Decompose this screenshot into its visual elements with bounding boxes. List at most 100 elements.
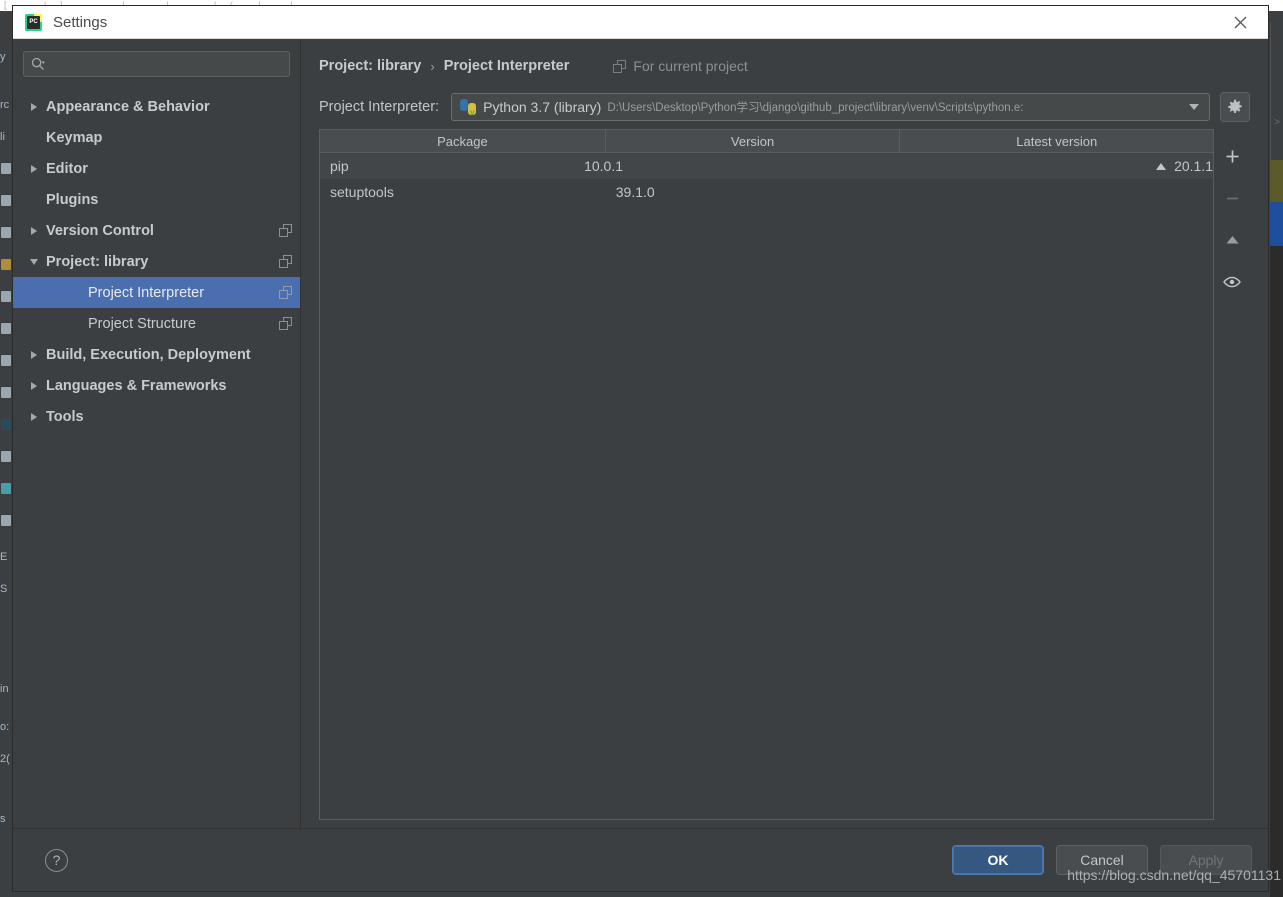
scope-indicator: For current project	[613, 58, 748, 74]
sidebar-item-project-structure[interactable]: Project Structure	[13, 308, 300, 339]
sidebar-item-label: Project: library	[46, 253, 149, 270]
ide-scrollbar[interactable]: >	[1270, 22, 1283, 897]
scrollbar-marker-olive	[1270, 160, 1283, 202]
ide-left-label: s	[0, 813, 6, 825]
ide-file-icon	[1, 291, 11, 302]
ide-file-icon	[1, 451, 11, 462]
sidebar-item-tools[interactable]: Tools	[13, 401, 300, 432]
table-header-row: Package Version Latest version	[320, 130, 1213, 153]
sidebar-item-label: Languages & Frameworks	[46, 377, 227, 394]
sidebar-item-plugins[interactable]: Plugins	[13, 184, 300, 215]
breadcrumb-parent[interactable]: Project: library	[319, 58, 421, 74]
ide-file-icon	[1, 387, 11, 398]
ok-button[interactable]: OK	[952, 845, 1044, 875]
remove-package-button[interactable]	[1219, 185, 1245, 211]
sidebar-item-label: Plugins	[46, 191, 99, 208]
interpreter-label: Project Interpreter:	[319, 99, 440, 115]
cell-package: pip	[330, 158, 349, 174]
sidebar-item-version-control[interactable]: Version Control	[13, 215, 300, 246]
ide-file-icon	[1, 227, 11, 238]
ide-left-strip: y rc li E S in o: 2( s	[0, 11, 12, 897]
sidebar-item-editor[interactable]: Editor	[13, 153, 300, 184]
chevron-down-icon[interactable]	[1183, 104, 1205, 110]
sidebar-item-appearance-behavior[interactable]: Appearance & Behavior	[13, 91, 300, 122]
upgrade-available-icon	[1156, 162, 1167, 170]
show-early-releases-button[interactable]	[1219, 269, 1245, 295]
chevron-right-icon[interactable]	[27, 162, 40, 175]
chevron-right-icon[interactable]	[27, 100, 40, 113]
sidebar-item-label: Project Structure	[88, 315, 196, 332]
interpreter-path: D:\Users\Desktop\Python学习\django\github_…	[607, 102, 1024, 114]
tree-arrow-spacer	[69, 286, 82, 299]
sidebar-item-label: Tools	[46, 408, 84, 425]
table-row[interactable]: pip 10.0.1 20.1.1	[320, 153, 1213, 179]
scrollbar-track	[1270, 246, 1283, 897]
gear-icon[interactable]	[1220, 92, 1250, 122]
chevron-right-icon[interactable]	[27, 348, 40, 361]
ide-left-label: E	[0, 551, 8, 563]
sidebar-item-languages-frameworks[interactable]: Languages & Frameworks	[13, 370, 300, 401]
sidebar-item-label: Project Interpreter	[88, 284, 205, 301]
settings-dialog: PC Settings Appearance & Behavior Keymap…	[12, 5, 1269, 892]
chevron-right-icon[interactable]	[27, 224, 40, 237]
cell-version: 10.0.1	[584, 158, 624, 174]
ide-left-label: li	[0, 131, 5, 143]
sidebar-item-label: Appearance & Behavior	[46, 98, 210, 115]
interpreter-row: Project Interpreter: v Python 3.7 (libra…	[319, 85, 1250, 129]
ide-file-icon	[1, 323, 11, 334]
search-box[interactable]	[23, 51, 290, 77]
breadcrumb: Project: library › Project Interpreter F…	[319, 39, 1250, 85]
copy-icon	[613, 59, 627, 73]
column-header-package[interactable]: Package	[320, 130, 606, 152]
chevron-right-icon[interactable]	[27, 379, 40, 392]
copy-icon	[279, 224, 292, 237]
ide-caret-marker: >	[1274, 117, 1280, 128]
add-package-button[interactable]	[1219, 143, 1245, 169]
help-button[interactable]: ?	[45, 848, 68, 872]
column-header-latest-version[interactable]: Latest version	[900, 130, 1213, 152]
dialog-body: Appearance & Behavior Keymap Editor Plugins…	[13, 39, 1268, 828]
tree-arrow-spacer	[27, 193, 40, 206]
python-icon: v	[460, 99, 477, 117]
cell-package: setuptools	[330, 184, 394, 200]
interpreter-name: Python 3.7 (library)	[483, 99, 602, 115]
scrollbar-marker-blue	[1270, 202, 1283, 246]
copy-icon	[279, 255, 292, 268]
search-icon	[31, 57, 45, 71]
ide-file-icon	[1, 355, 11, 366]
cell-latest-version	[900, 179, 1213, 205]
search-container	[13, 39, 300, 83]
ide-left-label: y	[0, 51, 6, 63]
ide-left-label: rc	[0, 99, 10, 111]
column-header-version[interactable]: Version	[606, 130, 901, 152]
ide-left-label: o:	[0, 721, 10, 733]
search-input[interactable]	[51, 55, 282, 73]
sidebar-item-keymap[interactable]: Keymap	[13, 122, 300, 153]
tree-arrow-spacer	[69, 317, 82, 330]
pycharm-logo-icon: PC	[25, 13, 42, 31]
packages-toolbar	[1214, 129, 1250, 820]
chevron-down-icon[interactable]	[27, 255, 40, 268]
table-row[interactable]: setuptools 39.1.0	[320, 179, 1213, 205]
copy-icon	[279, 286, 292, 299]
sidebar-item-project-interpreter[interactable]: Project Interpreter	[13, 277, 300, 308]
latest-version-text: 20.1.1	[1174, 158, 1213, 174]
ide-file-icon	[1, 515, 11, 526]
sidebar-item-label: Keymap	[46, 129, 103, 146]
window-title: Settings	[53, 13, 108, 31]
settings-sidebar: Appearance & Behavior Keymap Editor Plugins…	[13, 39, 301, 828]
watermark: https://blog.csdn.net/qq_45701131	[1067, 867, 1281, 883]
packages-table: Package Version Latest version pip 10.0.1…	[319, 129, 1214, 820]
venv-check-icon: v	[470, 108, 475, 117]
ide-left-label: 2(	[0, 753, 10, 765]
chevron-right-icon[interactable]	[27, 410, 40, 423]
sidebar-item-project-library[interactable]: Project: library	[13, 246, 300, 277]
sidebar-item-label: Version Control	[46, 222, 154, 239]
pycharm-logo-text: PC	[27, 15, 40, 29]
ide-left-label: S	[0, 583, 8, 595]
ide-file-icon	[1, 483, 11, 494]
upgrade-package-button[interactable]	[1219, 227, 1245, 253]
close-icon[interactable]	[1218, 6, 1262, 38]
interpreter-dropdown[interactable]: v Python 3.7 (library) D:\Users\Desktop\…	[451, 93, 1210, 121]
sidebar-item-build-execution-deployment[interactable]: Build, Execution, Deployment	[13, 339, 300, 370]
